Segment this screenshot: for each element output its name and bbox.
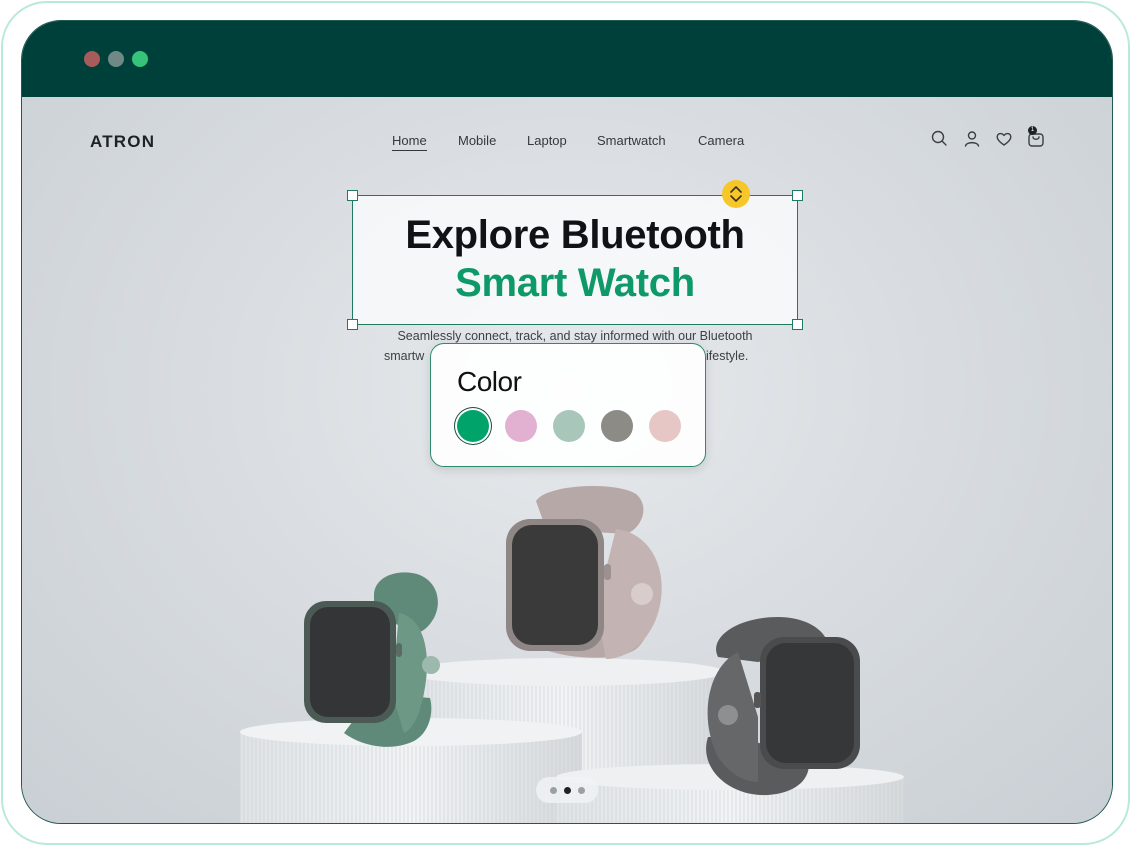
watch-dark <box>706 617 860 796</box>
hero-subtitle-line2-end: ifestyle. <box>706 349 749 363</box>
swatch-pink[interactable] <box>505 410 537 442</box>
hero-headline-accent: Smart Watch <box>455 261 695 305</box>
resize-handle-top-right[interactable] <box>792 190 803 201</box>
cart-count-badge: 1 <box>1028 126 1037 135</box>
headline-selection-box[interactable]: Explore Bluetooth Smart Watch <box>352 195 798 325</box>
reorder-handle-icon[interactable] <box>722 180 750 208</box>
carousel-pager <box>536 777 598 803</box>
carousel-dot-1[interactable] <box>550 787 557 794</box>
watch-green <box>304 572 440 747</box>
swatch-sage[interactable] <box>553 410 585 442</box>
watch-pink <box>506 485 662 659</box>
swatch-blush[interactable] <box>649 410 681 442</box>
page-viewport: ATRON Home Mobile Laptop Smartwatch Came… <box>22 97 1112 823</box>
close-window-button[interactable] <box>84 51 100 67</box>
search-icon[interactable] <box>930 129 950 149</box>
window-titlebar <box>22 21 1112 97</box>
nav-item-camera[interactable]: Camera <box>698 133 744 148</box>
nav-item-laptop[interactable]: Laptop <box>527 133 567 148</box>
color-picker-popup: Color <box>430 343 706 467</box>
cart-icon[interactable]: 1 <box>1026 126 1046 149</box>
resize-handle-top-left[interactable] <box>347 190 358 201</box>
heart-icon[interactable] <box>994 129 1014 149</box>
hero-headline: Explore Bluetooth <box>405 213 745 257</box>
nav-item-home[interactable]: Home <box>392 133 427 151</box>
minimize-window-button[interactable] <box>108 51 124 67</box>
swatch-green[interactable] <box>457 410 489 442</box>
color-picker-title: Color <box>457 366 522 397</box>
nav-item-smartwatch[interactable]: Smartwatch <box>597 133 666 148</box>
hero-subtitle-line2-start: smartw <box>384 349 425 363</box>
carousel-dot-3[interactable] <box>578 787 585 794</box>
maximize-window-button[interactable] <box>132 51 148 67</box>
browser-window: ATRON Home Mobile Laptop Smartwatch Came… <box>21 20 1113 824</box>
carousel-dot-2[interactable] <box>564 787 571 794</box>
user-icon[interactable] <box>962 129 982 149</box>
swatch-gray[interactable] <box>601 410 633 442</box>
nav-item-mobile[interactable]: Mobile <box>458 133 496 148</box>
